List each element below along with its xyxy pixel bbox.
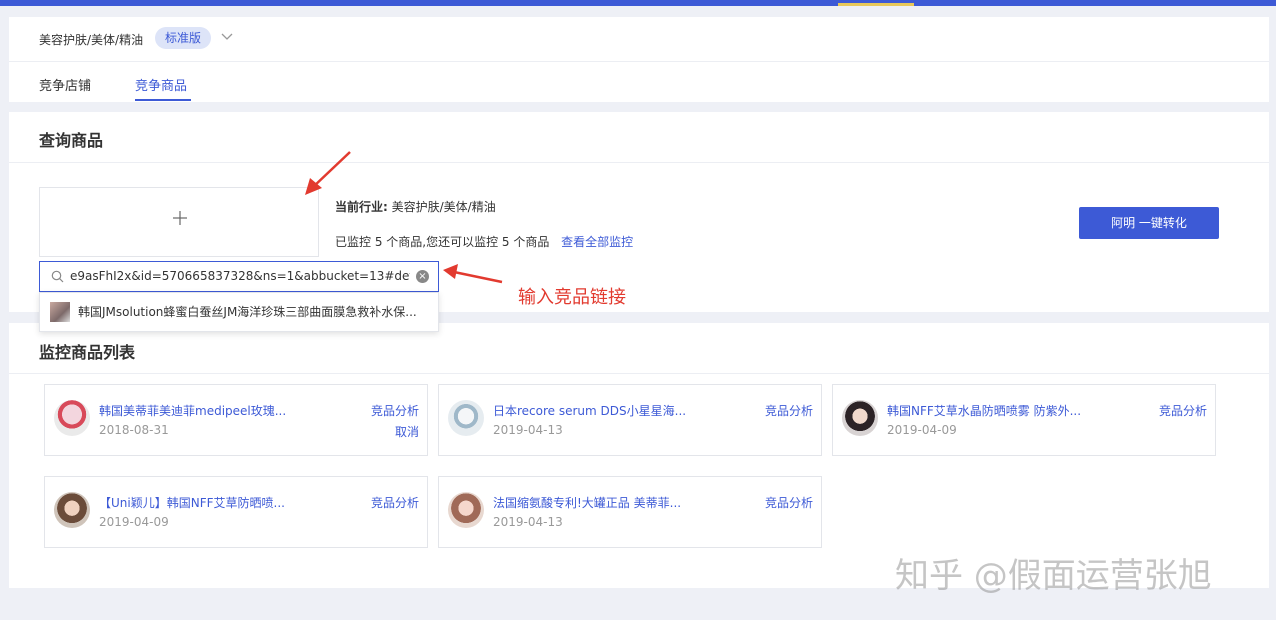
annotation-text: 输入竞品链接	[518, 287, 626, 308]
search-icon	[51, 270, 64, 283]
arrow-annotation-upload	[305, 151, 351, 195]
analysis-link[interactable]: 竞品分析	[1159, 402, 1207, 419]
product-name[interactable]: 【Uni颖儿】韩国NFF艾草防晒喷...	[99, 494, 285, 511]
analysis-link[interactable]: 竞品分析	[765, 402, 813, 419]
product-date: 2019-04-09	[887, 423, 957, 437]
version-tag: 标准版	[155, 27, 212, 49]
list-item: 【Uni颖儿】韩国NFF艾草防晒喷... 2019-04-09 竞品分析	[44, 476, 428, 548]
list-item: 韩国NFF艾草水晶防晒喷雾 防紫外... 2019-04-09 竞品分析	[832, 384, 1216, 456]
monitor-status-text: 已监控 5 个商品,您还可以监控 5 个商品	[335, 235, 550, 249]
product-name[interactable]: 韩国NFF艾草水晶防晒喷雾 防紫外...	[887, 402, 1081, 419]
product-thumbnail	[54, 400, 90, 436]
active-tab-indicator	[135, 99, 191, 101]
list-item: 日本recore serum DDS小星星海... 2019-04-13 竞品分…	[438, 384, 822, 456]
watermark: 知乎 @假面运营张旭	[895, 556, 1212, 596]
search-value: e9asFhI2x&id=570665837328&ns=1&abbucket=…	[70, 269, 410, 283]
analysis-link[interactable]: 竞品分析	[765, 494, 813, 511]
divider	[9, 373, 1269, 374]
top-bar	[0, 0, 1276, 6]
product-date: 2019-04-13	[493, 515, 563, 529]
monitor-status: 已监控 5 个商品,您还可以监控 5 个商品 查看全部监控	[335, 233, 633, 250]
upload-box[interactable]	[39, 187, 319, 257]
product-name[interactable]: 法国缩氨酸专利!大罐正品 美蒂菲...	[493, 494, 681, 511]
clear-icon[interactable]: ×	[416, 270, 429, 283]
analysis-link[interactable]: 竞品分析	[371, 402, 419, 419]
suggestion-item[interactable]: 韩国JMsolution蜂蜜白蚕丝JM海洋珍珠三部曲面膜急救补水保...	[78, 303, 417, 320]
divider	[9, 162, 1269, 163]
arrow-annotation-input	[443, 264, 503, 284]
product-name[interactable]: 日本recore serum DDS小星星海...	[493, 402, 686, 419]
header-card: 美容护肤/美体/精油 标准版 竞争店铺 竞争商品	[9, 17, 1269, 102]
product-date: 2018-08-31	[99, 423, 169, 437]
current-industry: 当前行业: 美容护肤/美体/精油	[335, 198, 496, 215]
product-date: 2019-04-09	[99, 515, 169, 529]
current-industry-label: 当前行业:	[335, 200, 388, 214]
tab-competing-stores[interactable]: 竞争店铺	[39, 75, 91, 94]
product-thumbnail	[448, 492, 484, 528]
view-all-link[interactable]: 查看全部监控	[561, 235, 633, 249]
product-thumbnail	[54, 492, 90, 528]
analysis-link[interactable]: 竞品分析	[371, 494, 419, 511]
monitor-list-title: 监控商品列表	[39, 343, 136, 362]
top-bar-accent	[838, 3, 914, 6]
plus-icon	[173, 211, 187, 225]
product-link-input[interactable]: e9asFhI2x&id=570665837328&ns=1&abbucket=…	[39, 261, 439, 292]
divider	[9, 61, 1269, 62]
tab-competing-products[interactable]: 竞争商品	[135, 75, 187, 94]
list-item: 韩国美蒂菲美迪菲medipeel玫瑰... 2018-08-31 竞品分析 取消	[44, 384, 428, 456]
convert-button[interactable]: 阿明 一键转化	[1079, 207, 1219, 239]
product-name[interactable]: 韩国美蒂菲美迪菲medipeel玫瑰...	[99, 402, 286, 419]
query-title: 查询商品	[39, 131, 104, 150]
suggestion-dropdown: 韩国JMsolution蜂蜜白蚕丝JM海洋珍珠三部曲面膜急救补水保...	[39, 292, 439, 332]
suggestion-thumbnail	[50, 302, 70, 322]
industry-selector[interactable]: 美容护肤/美体/精油	[39, 31, 143, 48]
list-item: 法国缩氨酸专利!大罐正品 美蒂菲... 2019-04-13 竞品分析	[438, 476, 822, 548]
product-thumbnail	[448, 400, 484, 436]
product-thumbnail	[842, 400, 878, 436]
product-date: 2019-04-13	[493, 423, 563, 437]
chevron-down-icon[interactable]	[220, 29, 234, 43]
current-industry-value: 美容护肤/美体/精油	[391, 200, 496, 214]
cancel-link[interactable]: 取消	[395, 423, 419, 440]
